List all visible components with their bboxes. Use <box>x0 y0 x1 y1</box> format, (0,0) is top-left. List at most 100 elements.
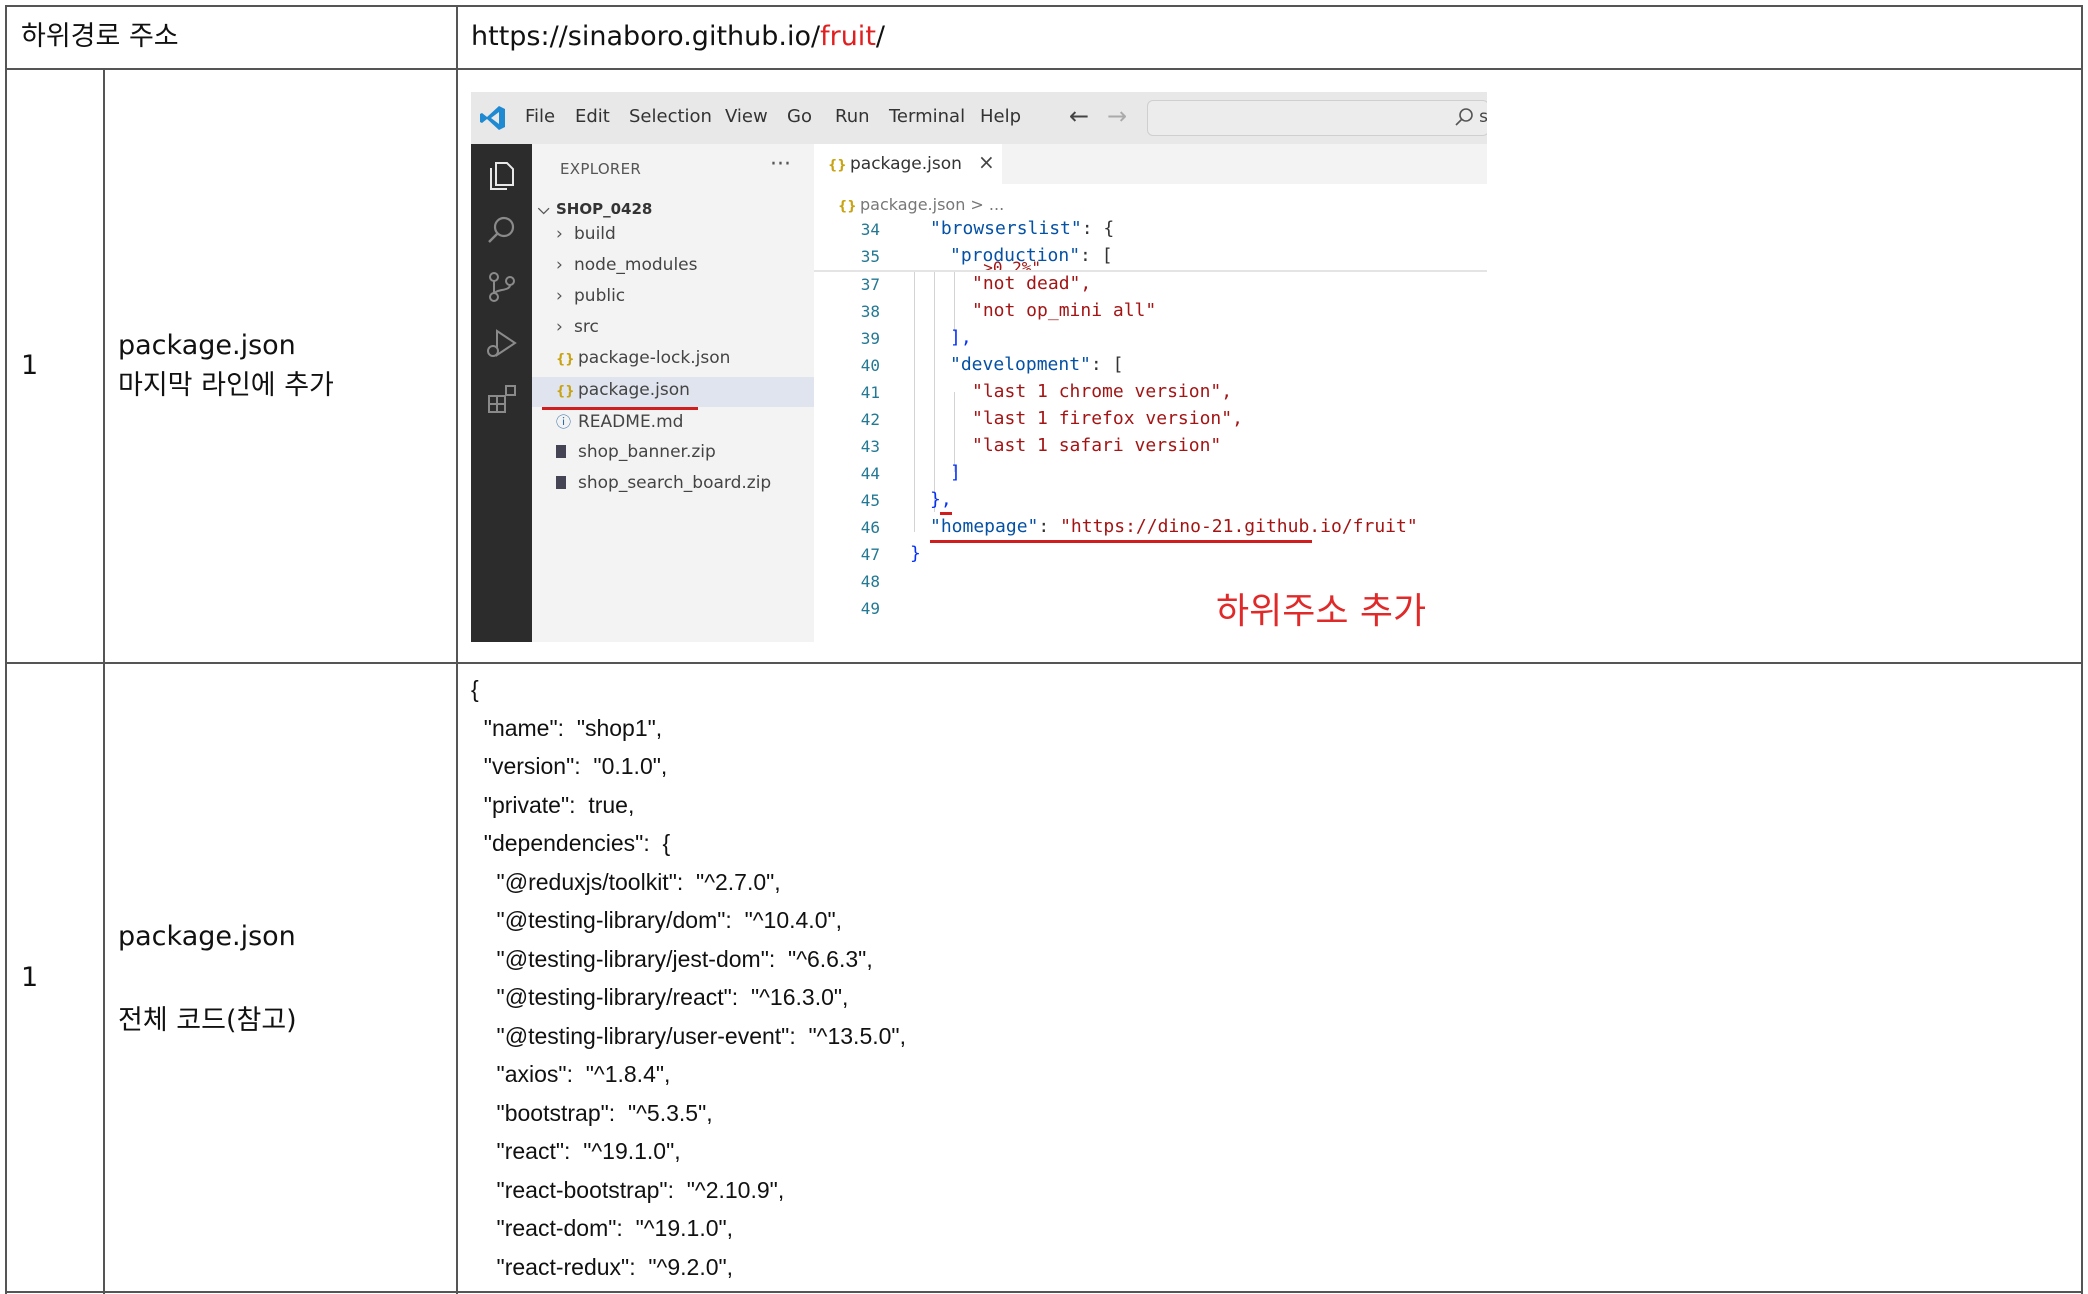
tree-label: public <box>574 286 626 306</box>
tree-label: src <box>574 317 599 337</box>
row1-number: 1 <box>21 350 39 381</box>
explorer-title: EXPLORER <box>560 160 642 178</box>
chevron-down-icon: ⌵ <box>538 200 550 218</box>
json-punct: : [ <box>1090 354 1124 375</box>
code-line-38: "not op_mini all" <box>972 300 1157 321</box>
json-code-line: "@testing-library/user-event": "^13.5.0"… <box>471 1022 906 1049</box>
line-number: 45 <box>860 491 880 510</box>
tree-label: node_modules <box>574 255 698 275</box>
json-key: "development" <box>950 354 1091 375</box>
row1-desc-line1: package.json <box>118 330 296 361</box>
tree-item-package-json[interactable]: {} package.json <box>556 380 690 400</box>
menu-run[interactable]: Run <box>835 106 870 127</box>
menu-help[interactable]: Help <box>980 106 1021 127</box>
explorer-icon[interactable] <box>485 158 519 192</box>
tree-item-package-lock[interactable]: {} package-lock.json <box>556 348 730 368</box>
tree-label: build <box>574 224 616 244</box>
indent-guide <box>934 272 935 512</box>
tree-item-shop-banner-zip[interactable]: shop_banner.zip <box>556 442 716 462</box>
row-divider-2 <box>5 662 2083 664</box>
json-code-line: { <box>471 676 479 702</box>
row2-number: 1 <box>21 962 39 993</box>
json-value: "https://dino-21.github.io/fruit" <box>1060 516 1418 537</box>
code-line-42: "last 1 firefox version", <box>972 408 1243 429</box>
row2-desc-line2: 전체 코드(참고) <box>118 1005 297 1036</box>
zip-file-icon <box>556 445 566 458</box>
menu-terminal[interactable]: Terminal <box>889 106 965 127</box>
menu-selection[interactable]: Selection <box>629 106 712 127</box>
tree-item-node-modules[interactable]: › node_modules <box>556 255 698 275</box>
extensions-icon[interactable] <box>485 382 519 416</box>
forward-arrow-icon[interactable]: → <box>1107 102 1127 130</box>
tab-bar: {} package.json × <box>814 144 1487 184</box>
url-suffix: / <box>875 21 886 52</box>
json-code-line: "axios": "^1.8.4", <box>471 1061 671 1087</box>
json-file-icon: {} <box>828 158 847 173</box>
code-line-47: } <box>910 543 921 564</box>
line-number: 46 <box>860 518 880 537</box>
row1-desc-line2: 마지막 라인에 추가 <box>118 370 334 401</box>
line-number: 47 <box>860 545 880 564</box>
tree-item-public[interactable]: › public <box>556 286 625 306</box>
menu-file[interactable]: File <box>525 106 555 127</box>
code-line-45: }, <box>930 489 952 510</box>
search-icon[interactable] <box>485 214 519 248</box>
code-line-41: "last 1 chrome version", <box>972 381 1233 402</box>
tree-item-shop-search-board-zip[interactable]: shop_search_board.zip <box>556 473 771 493</box>
menu-go[interactable]: Go <box>787 106 812 127</box>
close-icon[interactable]: × <box>978 150 995 174</box>
tab-label: package.json <box>850 154 962 174</box>
line-number: 42 <box>860 410 880 429</box>
line-number: 40 <box>860 356 880 375</box>
menu-bar: File Edit Selection View Go Run Terminal… <box>471 92 1487 144</box>
vscode-screenshot: File Edit Selection View Go Run Terminal… <box>471 92 1487 642</box>
table-border-bottom <box>5 1291 2083 1293</box>
header-label: 하위경로 주소 <box>21 21 179 52</box>
code-line-37: "not dead", <box>972 273 1092 294</box>
code-line-34: "browserslist": { <box>930 218 1114 239</box>
source-control-icon[interactable] <box>485 270 519 304</box>
line-number: 44 <box>860 464 880 483</box>
tree-item-src[interactable]: › src <box>556 317 599 337</box>
json-punct: : [ <box>1080 245 1113 266</box>
menu-view[interactable]: View <box>725 106 768 127</box>
activity-bar <box>471 144 532 642</box>
json-code-line: "react-bootstrap": "^2.10.9", <box>471 1176 785 1203</box>
homepage-underline <box>930 540 1312 543</box>
row2-desc-line1: package.json <box>118 921 296 952</box>
menu-edit[interactable]: Edit <box>575 106 610 127</box>
tree-item-build[interactable]: › build <box>556 224 616 244</box>
tree-root-folder[interactable]: ⌵ SHOP_0428 <box>538 200 652 218</box>
table-border-left <box>5 5 7 1294</box>
chevron-right-icon: › <box>556 224 563 244</box>
tree-item-readme[interactable]: ⓘ README.md <box>556 411 683 432</box>
more-actions-icon[interactable]: ··· <box>770 152 791 177</box>
line-number: 37 <box>860 275 880 294</box>
line-number: 49 <box>860 599 880 618</box>
back-arrow-icon[interactable]: ← <box>1069 102 1089 130</box>
line-number: 35 <box>860 247 880 266</box>
breadcrumb: {} package.json > ... <box>838 195 1004 214</box>
line-number: 41 <box>860 383 880 402</box>
tree-label: package.json <box>578 380 690 400</box>
code-editor: {} package.json × {} package.json > ... 34… <box>814 144 1487 642</box>
url-highlight: fruit <box>820 21 876 52</box>
table-border-top <box>5 5 2083 7</box>
json-punct: : <box>1038 516 1061 537</box>
run-debug-icon[interactable] <box>485 326 519 360</box>
json-file-icon: {} <box>556 384 575 399</box>
tree-label: package-lock.json <box>578 348 731 368</box>
indent-guide <box>914 272 915 532</box>
comma-underline <box>940 512 952 515</box>
command-search[interactable]: s <box>1147 100 1487 136</box>
line-number: 39 <box>860 329 880 348</box>
json-code-line: "@testing-library/dom": "^10.4.0", <box>471 907 843 933</box>
json-code-line: "private": true, <box>471 791 635 818</box>
col-divider-main <box>456 5 458 1294</box>
json-code-line: "react-dom": "^19.1.0", <box>471 1215 734 1241</box>
code-line-40: "development": [ <box>950 354 1123 375</box>
code-line-39: ], <box>950 327 972 348</box>
search-tail-text: s <box>1479 107 1487 127</box>
tab-package-json[interactable]: {} package.json × <box>814 144 1002 184</box>
chevron-right-icon: › <box>556 286 563 306</box>
